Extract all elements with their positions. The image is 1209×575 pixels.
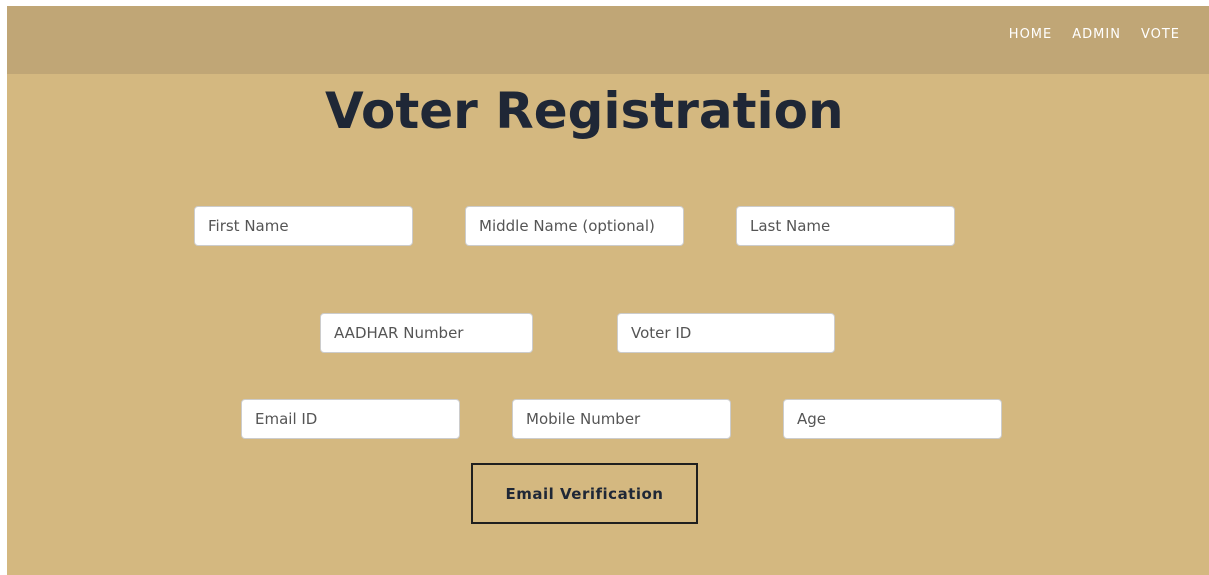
page-container: HOME ADMIN VOTE Voter Registration Email… (7, 6, 1209, 575)
page-title: Voter Registration (325, 82, 844, 140)
age-input[interactable] (783, 399, 1002, 439)
nav-vote-link[interactable]: VOTE (1141, 26, 1180, 44)
nav-admin-link[interactable]: ADMIN (1072, 26, 1121, 44)
first-name-input[interactable] (194, 206, 413, 246)
aadhar-number-input[interactable] (320, 313, 533, 353)
nav-home-link[interactable]: HOME (1009, 26, 1052, 44)
middle-name-input[interactable] (465, 206, 684, 246)
top-navbar: HOME ADMIN VOTE (7, 6, 1209, 74)
email-input[interactable] (241, 399, 460, 439)
mobile-number-input[interactable] (512, 399, 731, 439)
email-verification-button[interactable]: Email Verification (471, 463, 698, 524)
last-name-input[interactable] (736, 206, 955, 246)
nav-links: HOME ADMIN VOTE (1009, 26, 1180, 44)
voter-id-input[interactable] (617, 313, 835, 353)
